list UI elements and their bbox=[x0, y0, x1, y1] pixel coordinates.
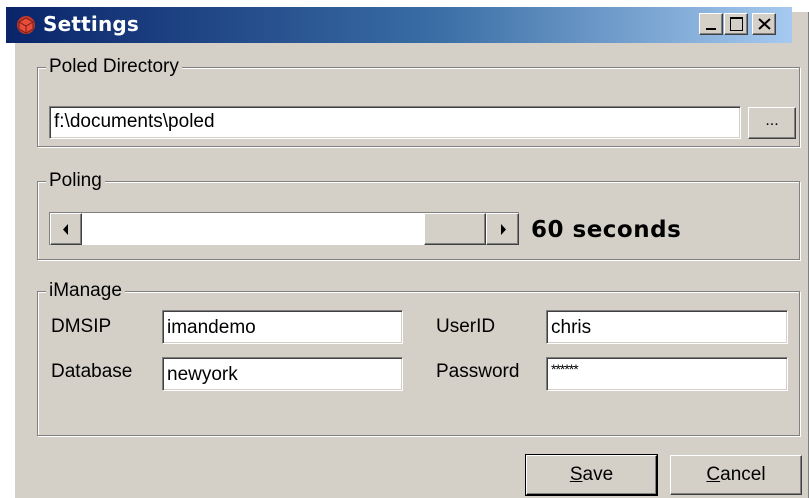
save-label-rest: ave bbox=[582, 464, 614, 485]
arrow-left-icon bbox=[63, 224, 68, 235]
userid-value: chris bbox=[551, 317, 592, 338]
cancel-button-label: Cancel bbox=[671, 464, 801, 486]
cancel-label-rest: ancel bbox=[720, 464, 766, 485]
cancel-accelerator: C bbox=[706, 464, 721, 485]
database-label: Database bbox=[51, 361, 133, 382]
poling-interval-value: 60 seconds bbox=[531, 217, 682, 243]
window-title: Settings bbox=[43, 12, 140, 36]
dmsip-value: imandemo bbox=[167, 317, 256, 338]
directory-path-input[interactable]: f:\documents\poled bbox=[49, 106, 741, 139]
userid-label: UserID bbox=[436, 316, 496, 337]
close-icon bbox=[758, 18, 771, 30]
slider-thumb[interactable] bbox=[424, 213, 486, 245]
minimize-button[interactable] bbox=[699, 13, 723, 35]
browse-button[interactable]: ... bbox=[748, 107, 796, 139]
save-button[interactable]: Save bbox=[525, 454, 658, 496]
poling-group-label: Poling bbox=[46, 170, 105, 192]
scroll-right-button[interactable] bbox=[486, 213, 519, 245]
dmsip-input[interactable]: imandemo bbox=[162, 310, 403, 344]
database-value: newyork bbox=[167, 364, 238, 385]
cancel-button[interactable]: Cancel bbox=[670, 455, 802, 495]
close-button[interactable] bbox=[752, 13, 776, 35]
password-input[interactable]: ****** bbox=[546, 357, 788, 391]
poling-scrollbar[interactable] bbox=[49, 212, 519, 245]
password-label: Password bbox=[436, 361, 520, 382]
save-accelerator: S bbox=[569, 464, 583, 485]
arrow-right-icon bbox=[501, 224, 506, 235]
save-button-label: Save bbox=[527, 464, 656, 486]
app-icon bbox=[17, 16, 35, 34]
imanage-group-label: iManage bbox=[46, 280, 125, 302]
browse-button-label: ... bbox=[765, 112, 779, 129]
dmsip-label: DMSIP bbox=[51, 316, 112, 337]
directory-path-value: f:\documents\poled bbox=[54, 111, 215, 132]
directory-group-label: Poled Directory bbox=[46, 56, 182, 78]
userid-input[interactable]: chris bbox=[546, 310, 788, 344]
password-value: ****** bbox=[551, 361, 579, 377]
maximize-button[interactable] bbox=[724, 13, 748, 35]
database-input[interactable]: newyork bbox=[162, 357, 403, 391]
title-bar[interactable]: Settings bbox=[6, 7, 792, 43]
scroll-left-button[interactable] bbox=[50, 213, 82, 245]
